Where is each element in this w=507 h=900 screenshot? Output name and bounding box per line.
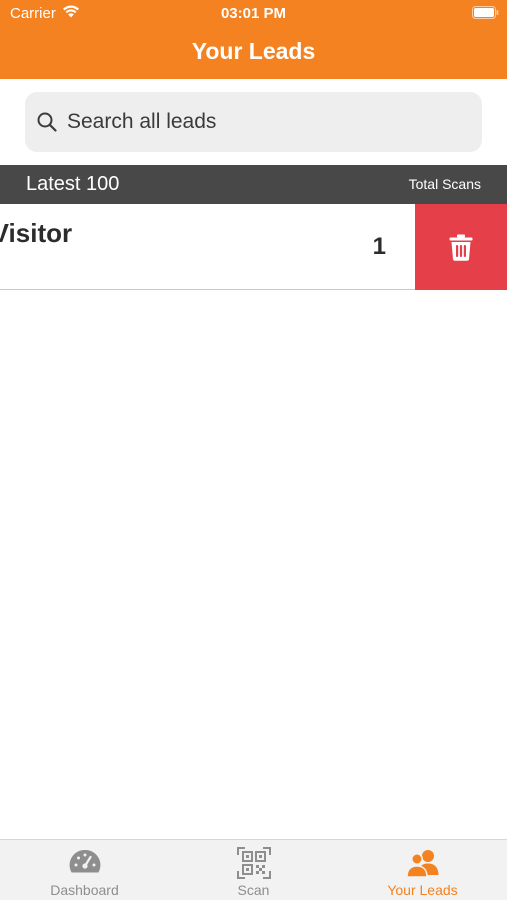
tab-label: Your Leads — [387, 882, 458, 898]
tab-dashboard[interactable]: Dashboard — [0, 840, 169, 900]
search-icon — [37, 112, 57, 132]
section-title: Latest 100 — [26, 173, 120, 195]
nav-header: Carrier 03:01 PM Your Leads — [0, 0, 507, 79]
section-header: Latest 100 Total Scans — [0, 165, 507, 204]
list-item[interactable]: e Visitor 1 — [0, 204, 507, 290]
people-icon — [405, 850, 438, 878]
status-time: 03:01 PM — [220, 5, 287, 22]
battery-icon — [472, 6, 499, 19]
section-total-scans-label: Total Scans — [408, 176, 481, 192]
lead-name: e Visitor — [0, 218, 73, 248]
qr-code-icon — [236, 847, 271, 879]
lead-row-content[interactable]: e Visitor 1 — [0, 204, 415, 290]
page-title: Your Leads — [191, 38, 316, 64]
lead-scan-count: 1 — [372, 233, 386, 260]
search-input[interactable] — [67, 92, 467, 152]
status-bar: Carrier 03:01 PM — [0, 0, 507, 28]
tab-your-leads[interactable]: Your Leads — [338, 840, 507, 900]
trash-icon — [449, 234, 473, 261]
tab-scan[interactable]: Scan — [169, 840, 338, 900]
delete-button[interactable] — [415, 204, 507, 290]
tab-label: Dashboard — [50, 882, 119, 898]
tab-label: Scan — [237, 882, 270, 898]
speedometer-icon — [69, 849, 100, 873]
search-bar[interactable] — [25, 92, 482, 152]
tab-bar: Dashboard Scan Your Leads — [0, 839, 507, 900]
